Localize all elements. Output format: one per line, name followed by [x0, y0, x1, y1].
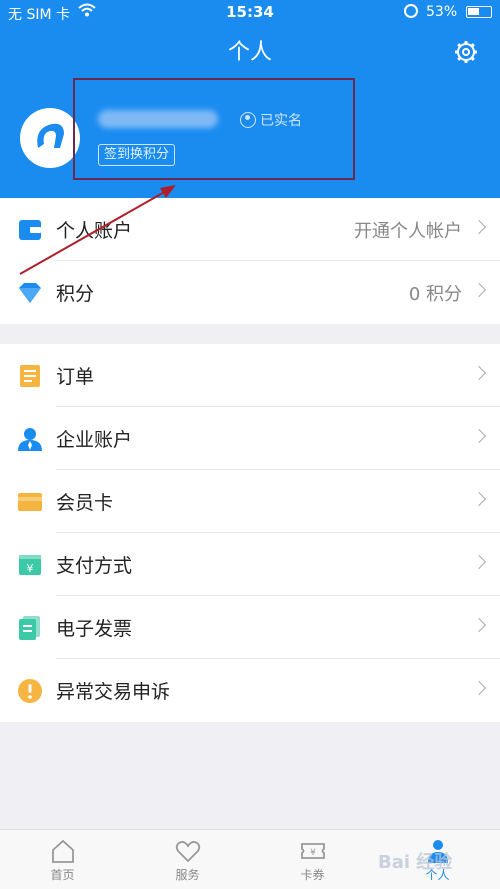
payment-icon: ¥ — [18, 553, 42, 577]
app-logo-icon — [37, 123, 64, 148]
chevron-right-icon — [471, 554, 487, 570]
menu-row-warning[interactable]: 异常交易申诉 — [0, 659, 500, 722]
home-icon — [50, 838, 76, 864]
menu-row-label: 异常交易申诉 — [56, 681, 171, 703]
chevron-right-icon — [471, 365, 487, 381]
diamond-icon — [18, 281, 42, 305]
menu-row-label: 企业账户 — [56, 429, 133, 451]
tab-label: 服务 — [175, 868, 200, 882]
page-title: 个人 — [227, 40, 272, 65]
annotation-highlight-box — [73, 78, 355, 180]
enterprise-user-icon — [18, 427, 42, 451]
rotation-lock-icon — [404, 4, 418, 18]
wallet-icon — [18, 218, 42, 242]
menu-row-label: 个人账户 — [56, 220, 133, 242]
menu-row-enterprise-user[interactable]: 企业账户 — [0, 407, 500, 470]
svg-text:¥: ¥ — [310, 848, 316, 858]
chevron-right-icon — [471, 617, 487, 633]
status-time: 15:34 — [226, 3, 274, 21]
menu-row-order[interactable]: 订单 — [0, 344, 500, 407]
tab-label: 卡券 — [300, 868, 325, 882]
avatar[interactable] — [20, 108, 80, 168]
battery-percent: 53% — [426, 4, 458, 20]
chevron-right-icon — [471, 219, 487, 235]
invoice-icon — [18, 616, 42, 640]
order-icon — [18, 364, 42, 388]
menu-section: 订单企业账户会员卡 ¥ 支付方式电子发票异常交易申诉 — [0, 344, 500, 722]
tab-ticket[interactable]: ¥ 卡券 — [250, 830, 375, 889]
tab-home[interactable]: 首页 — [0, 830, 125, 889]
chevron-right-icon — [471, 428, 487, 444]
menu-row-diamond[interactable]: 积分 0 积分 — [0, 261, 500, 324]
menu-row-card[interactable]: 会员卡 — [0, 470, 500, 533]
menu-row-label: 会员卡 — [56, 492, 114, 514]
heart-icon — [175, 838, 201, 864]
menu-row-label: 订单 — [56, 366, 95, 388]
menu-row-label: 支付方式 — [56, 555, 133, 577]
menu-row-invoice[interactable]: 电子发票 — [0, 596, 500, 659]
battery-level — [468, 8, 479, 15]
menu-row-label: 积分 — [56, 283, 95, 305]
settings-gear-icon[interactable] — [452, 38, 480, 66]
tab-heart[interactable]: 服务 — [125, 830, 250, 889]
chevron-right-icon — [471, 680, 487, 696]
menu-row-label: 电子发票 — [56, 618, 133, 640]
card-icon — [18, 490, 42, 514]
watermark: Bai 经验 — [378, 852, 453, 873]
menu-row-wallet[interactable]: 个人账户 开通个人帐户 — [0, 198, 500, 261]
tab-label: 首页 — [50, 868, 75, 882]
ticket-icon: ¥ — [300, 838, 326, 864]
menu-row-value: 0 积分 — [408, 284, 462, 305]
svg-text:¥: ¥ — [27, 562, 34, 575]
chevron-right-icon — [471, 282, 487, 298]
menu-row-value: 开通个人帐户 — [354, 221, 462, 242]
menu-row-payment[interactable]: ¥ 支付方式 — [0, 533, 500, 596]
status-bar: 无 SIM 卡 15:34 53% — [0, 0, 500, 26]
account-section: 个人账户 开通个人帐户积分 0 积分 — [0, 198, 500, 324]
battery-icon — [466, 6, 492, 18]
chevron-right-icon — [471, 491, 487, 507]
profile-header: 无 SIM 卡 15:34 53% 个人 已实名 签到换积分 — [0, 0, 500, 198]
warning-icon — [18, 679, 42, 703]
